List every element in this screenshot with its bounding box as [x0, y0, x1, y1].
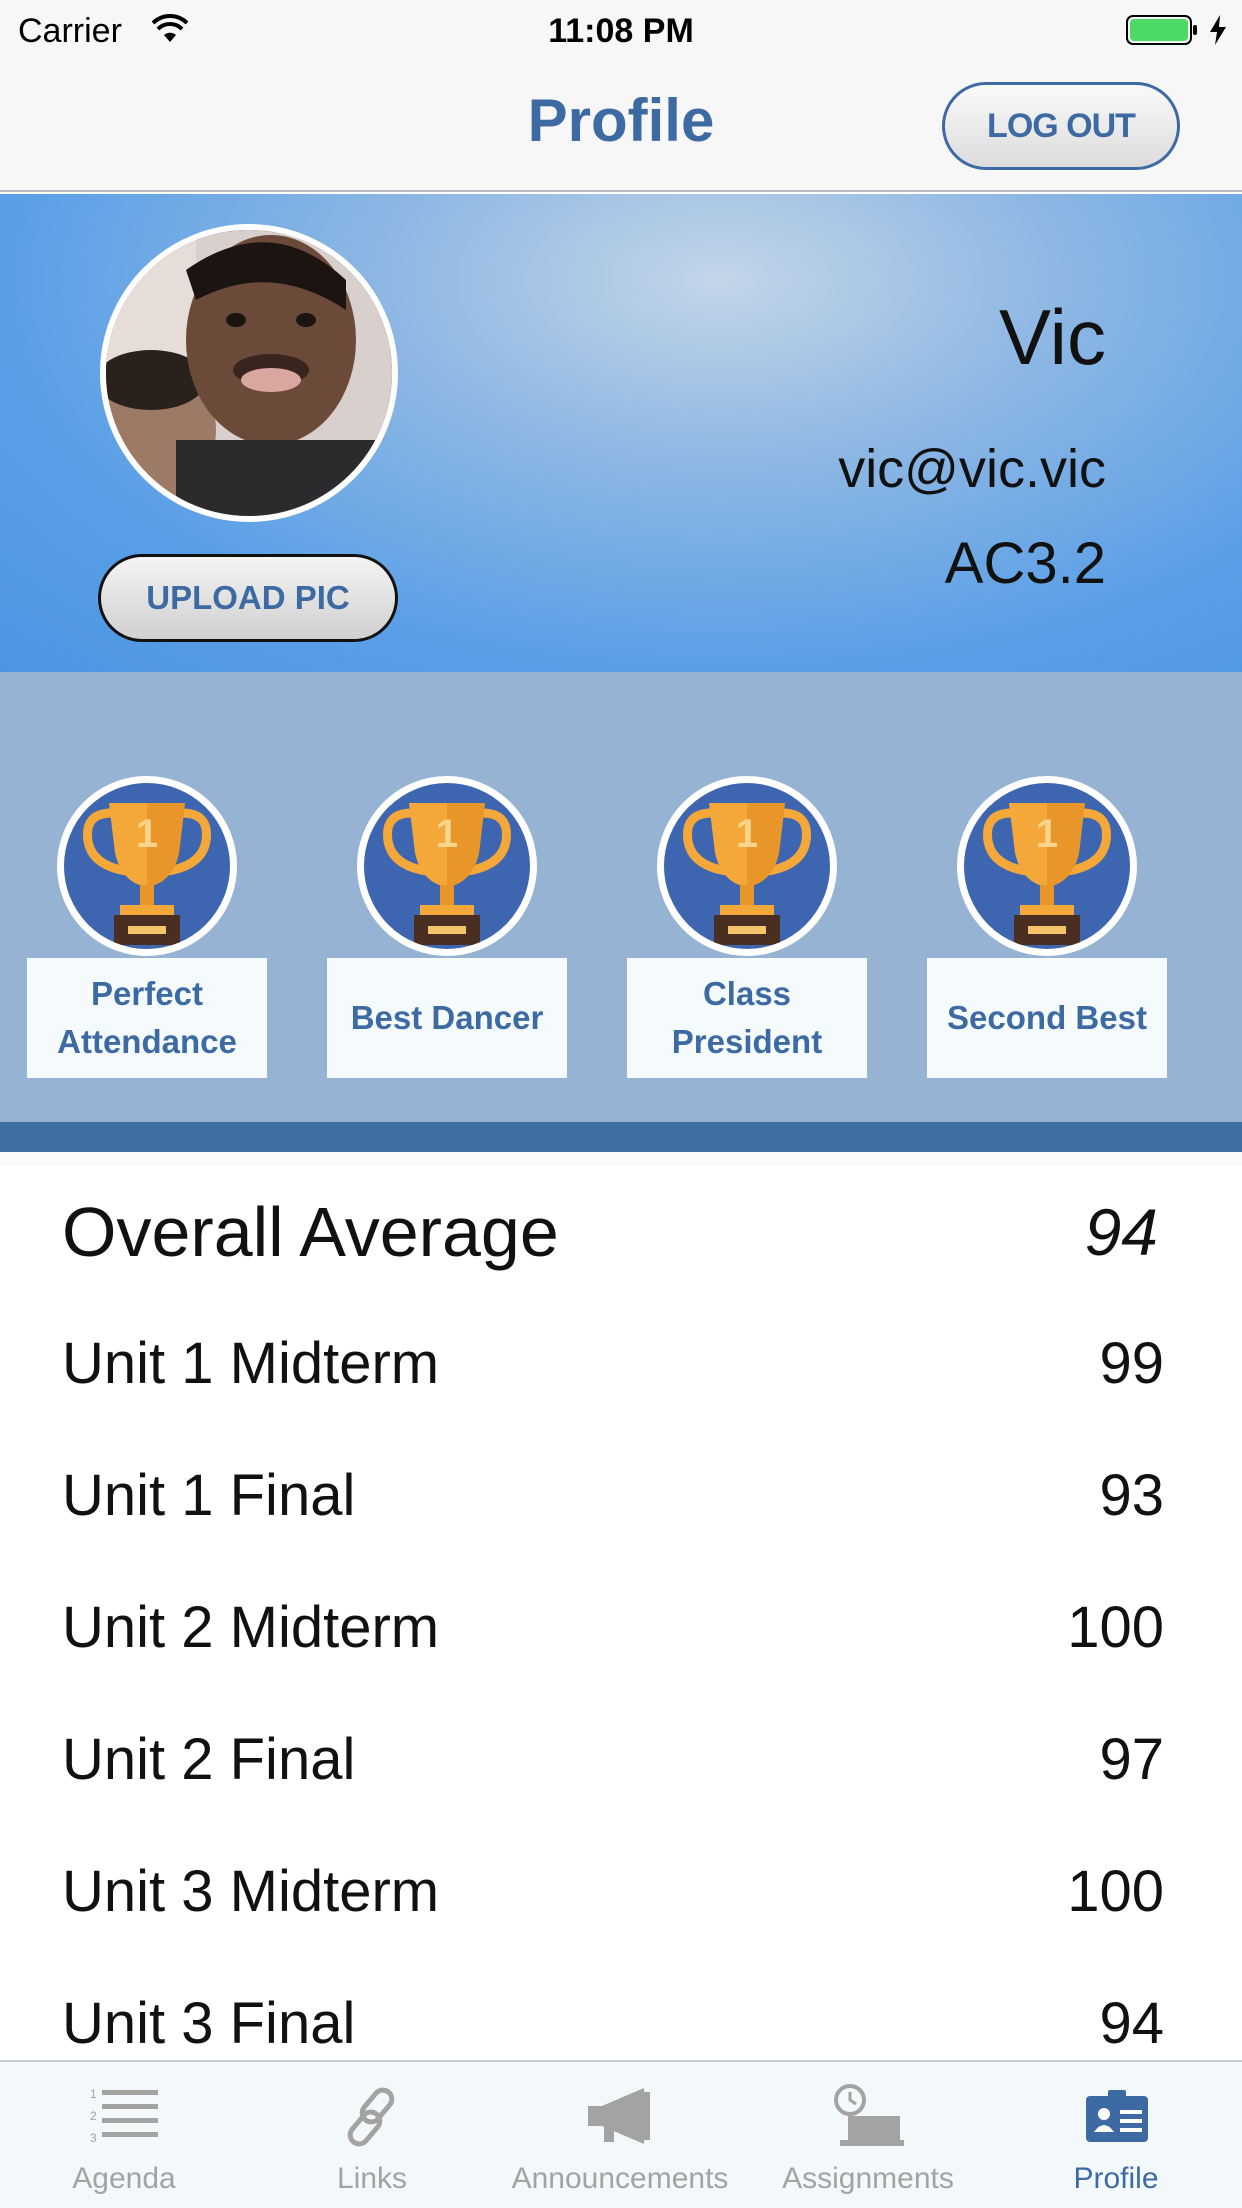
- badges-section: 1 Perfect Attendance 1 Best Dancer 1 Cla…: [0, 672, 1242, 1122]
- grade-row-overall: Overall Average 94: [0, 1166, 1242, 1298]
- section-divider: [0, 1122, 1242, 1152]
- clock-time: 11:08 PM: [548, 12, 694, 50]
- grade-row: Unit 2 Midterm 100: [0, 1562, 1242, 1694]
- avatar[interactable]: [100, 224, 398, 522]
- grade-value: 94: [1084, 1195, 1158, 1269]
- badge-label: Second Best: [927, 958, 1167, 1078]
- user-name: Vic: [999, 293, 1106, 381]
- grade-value: 100: [1067, 1859, 1164, 1924]
- grade-row: Unit 1 Final 93: [0, 1430, 1242, 1562]
- grade-label: Overall Average: [62, 1193, 559, 1271]
- badge-second-best[interactable]: 1 Second Best: [927, 776, 1167, 1080]
- grade-label: Unit 2 Midterm: [62, 1595, 440, 1660]
- trophy-icon: 1: [57, 776, 237, 956]
- grade-label: Unit 1 Final: [62, 1463, 356, 1528]
- grade-row: Unit 3 Midterm 100: [0, 1826, 1242, 1958]
- navigation-bar: Profile LOG OUT: [0, 60, 1242, 192]
- list-icon: 1 2 3: [90, 2087, 158, 2145]
- badge-rank: 1: [736, 812, 758, 856]
- user-email: vic@vic.vic: [838, 439, 1106, 499]
- badge-rank: 1: [1036, 812, 1058, 856]
- charging-bolt-icon: [1210, 15, 1226, 45]
- badge-label: Best Dancer: [327, 958, 567, 1078]
- status-bar: Carrier 11:08 PM: [0, 0, 1242, 60]
- grade-label: Unit 1 Midterm: [62, 1331, 440, 1396]
- tab-label: Agenda: [72, 2162, 176, 2195]
- svg-text:1: 1: [90, 2087, 97, 2101]
- badge-label: Perfect Attendance: [27, 958, 267, 1078]
- grades-list[interactable]: Overall Average 94 Unit 1 Midterm 99 Uni…: [0, 1152, 1242, 2060]
- tab-label: Announcements: [511, 2162, 729, 2195]
- badge-perfect-attendance[interactable]: 1 Perfect Attendance: [27, 776, 267, 1080]
- profile-header: UPLOAD PIC Vic vic@vic.vic AC3.2: [0, 194, 1242, 672]
- badge-rank: 1: [136, 812, 158, 856]
- grade-label: Unit 3 Midterm: [62, 1859, 440, 1924]
- grade-row: Unit 1 Midterm 99: [0, 1298, 1242, 1430]
- tab-label: Profile: [1073, 2162, 1159, 2195]
- upload-pic-button[interactable]: UPLOAD PIC: [98, 554, 398, 642]
- avatar-photo: [106, 230, 392, 516]
- grade-value: 93: [1099, 1463, 1164, 1528]
- badge-best-dancer[interactable]: 1 Best Dancer: [327, 776, 567, 1080]
- tab-profile[interactable]: Profile: [992, 2062, 1240, 2208]
- battery-icon: [1126, 15, 1197, 45]
- grade-value: 97: [1099, 1727, 1164, 1792]
- grade-label: Unit 2 Final: [62, 1727, 356, 1792]
- link-icon: [347, 2087, 395, 2147]
- grade-value: 100: [1067, 1595, 1164, 1660]
- tab-assignments[interactable]: Assignments: [744, 2062, 992, 2208]
- grade-value: 99: [1099, 1331, 1164, 1396]
- tab-label: Assignments: [782, 2162, 954, 2195]
- badge-rank: 1: [436, 812, 458, 856]
- trophy-icon: 1: [957, 776, 1137, 956]
- id-card-icon: [1086, 2090, 1148, 2142]
- megaphone-icon: [588, 2088, 650, 2144]
- logout-button[interactable]: LOG OUT: [942, 82, 1180, 170]
- badge-class-president[interactable]: 1 Class President: [627, 776, 867, 1080]
- tab-announcements[interactable]: Announcements: [496, 2062, 744, 2208]
- svg-text:2: 2: [90, 2109, 97, 2123]
- tab-links[interactable]: Links: [248, 2062, 496, 2208]
- svg-text:3: 3: [90, 2131, 97, 2145]
- badge-label: Class President: [627, 958, 867, 1078]
- tab-bar: 1 2 3 Agenda Links Announcements Assignm…: [0, 2060, 1242, 2208]
- tab-label: Links: [336, 2162, 408, 2195]
- trophy-icon: 1: [657, 776, 837, 956]
- grade-row: Unit 2 Final 97: [0, 1694, 1242, 1826]
- trophy-icon: 1: [357, 776, 537, 956]
- clock-desk-icon: [834, 2084, 904, 2146]
- user-class-code: AC3.2: [944, 531, 1106, 596]
- tab-agenda[interactable]: 1 2 3 Agenda: [0, 2062, 248, 2208]
